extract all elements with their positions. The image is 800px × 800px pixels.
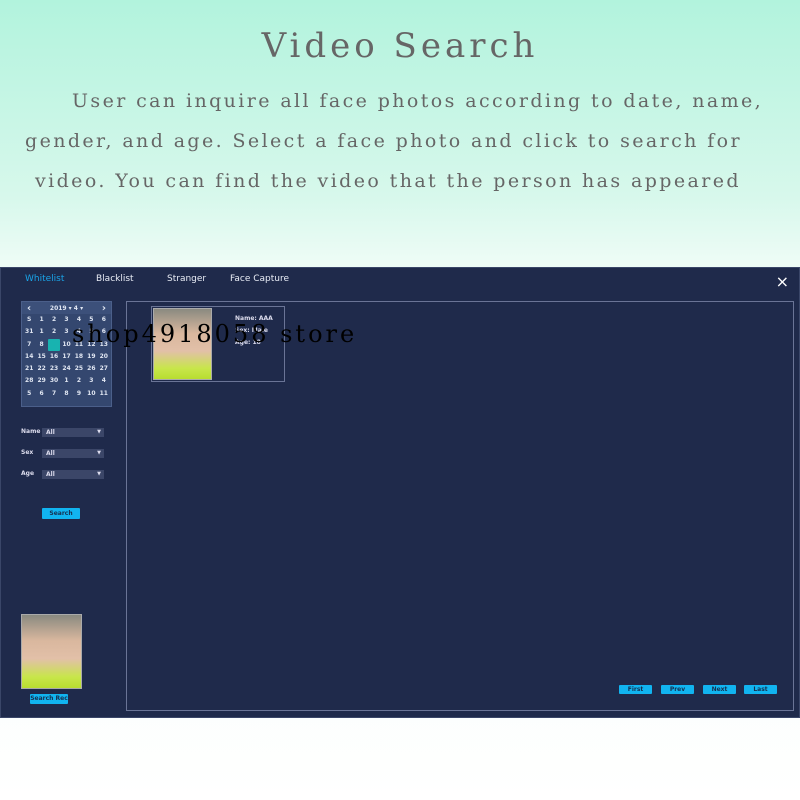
description-line: User can inquire all face photos accordi… (72, 90, 764, 112)
search-button[interactable]: Search (42, 508, 80, 519)
calendar-day[interactable]: 21 (23, 363, 35, 375)
calendar-day[interactable]: 9 (73, 388, 85, 400)
calendar-day[interactable]: 19 (85, 351, 97, 363)
calendar-day[interactable]: 30 (48, 375, 60, 387)
description-line: gender, and age. Select a face photo and… (25, 130, 742, 152)
selected-face-photo (21, 614, 82, 689)
calendar-day[interactable]: 2 (73, 375, 85, 387)
calendar-day[interactable]: 23 (48, 363, 60, 375)
calendar-day[interactable]: 27 (98, 363, 110, 375)
chevron-down-icon: ▼ (97, 429, 101, 435)
calendar-day[interactable]: 25 (73, 363, 85, 375)
calendar-day[interactable]: 7 (23, 339, 35, 351)
calendar-day[interactable]: 9 (47, 338, 61, 351)
tab-face-capture[interactable]: Face Capture (230, 274, 289, 284)
description-line: video. You can find the video that the p… (35, 170, 741, 192)
first-page-button[interactable]: First (619, 685, 652, 694)
calendar-day[interactable]: 11 (98, 388, 110, 400)
prev-page-button[interactable]: Prev (661, 685, 694, 694)
tab-stranger[interactable]: Stranger (167, 274, 206, 284)
calendar-day[interactable]: 10 (85, 388, 97, 400)
last-page-button[interactable]: Last (744, 685, 777, 694)
calendar-day[interactable]: 16 (48, 351, 60, 363)
calendar-day[interactable]: 2 (48, 326, 60, 338)
age-label: Age (21, 470, 35, 477)
next-page-button[interactable]: Next (703, 685, 736, 694)
calendar-day[interactable]: 8 (60, 388, 72, 400)
sex-value: All (46, 450, 55, 457)
tab-whitelist[interactable]: Whitelist (25, 274, 64, 284)
calendar-day[interactable]: 29 (35, 375, 47, 387)
name-select[interactable]: All ▼ (42, 428, 104, 437)
weekday-header: 3 (64, 316, 69, 323)
results-area: Name: AAA Sex: Male Age: 18 First Prev N… (126, 301, 794, 711)
chevron-down-icon: ▼ (97, 450, 101, 456)
year-select[interactable]: 2019 (50, 305, 67, 312)
calendar-day[interactable]: 1 (60, 375, 72, 387)
calendar-day[interactable]: 3 (85, 375, 97, 387)
calendar-day[interactable]: 5 (23, 388, 35, 400)
name-value: All (46, 429, 55, 436)
chevron-right-icon[interactable]: › (102, 303, 106, 314)
calendar-day[interactable]: 15 (35, 351, 47, 363)
calendar-day[interactable]: 6 (35, 388, 47, 400)
calendar-day[interactable]: 1 (35, 326, 47, 338)
weekday-header: 1 (39, 316, 44, 323)
calendar-day[interactable]: 7 (48, 388, 60, 400)
calendar-day[interactable]: 22 (35, 363, 47, 375)
calendar-day[interactable]: 26 (85, 363, 97, 375)
chevron-down-icon: ▼ (97, 471, 101, 477)
name-label: Name (21, 428, 41, 435)
tab-blacklist[interactable]: Blacklist (96, 274, 134, 284)
page-title: Video Search (261, 26, 539, 66)
calendar-day[interactable]: 8 (35, 339, 47, 351)
calendar-day[interactable]: 28 (23, 375, 35, 387)
calendar-day[interactable]: 24 (60, 363, 72, 375)
sex-select[interactable]: All ▼ (42, 449, 104, 458)
month-select[interactable]: 4 (74, 305, 78, 312)
weekday-header: S (27, 316, 32, 323)
calendar-day[interactable]: 4 (98, 375, 110, 387)
age-value: All (46, 471, 55, 478)
age-select[interactable]: All ▼ (42, 470, 104, 479)
calendar-day[interactable]: 18 (73, 351, 85, 363)
chevron-left-icon[interactable]: ‹ (27, 303, 31, 314)
calendar-day[interactable]: 10 (60, 339, 72, 351)
calendar-day[interactable]: 17 (60, 351, 72, 363)
calendar-day[interactable]: 3 (60, 326, 72, 338)
calendar: ‹ 2019 ▾ 4 ▾ › S 1 2 3 4 5 6 31 1 2 3 4 5 6 7 8 9 10 11 12 1… (21, 301, 112, 407)
sex-label: Sex (21, 449, 34, 456)
watermark: shop4918058 store (72, 320, 358, 348)
calendar-day[interactable]: 31 (23, 326, 35, 338)
calendar-day[interactable]: 14 (23, 351, 35, 363)
calendar-day[interactable]: 20 (98, 351, 110, 363)
weekday-header: 2 (51, 316, 57, 323)
close-icon[interactable]: × (776, 272, 789, 291)
search-record-button[interactable]: Search Rec (30, 694, 68, 704)
